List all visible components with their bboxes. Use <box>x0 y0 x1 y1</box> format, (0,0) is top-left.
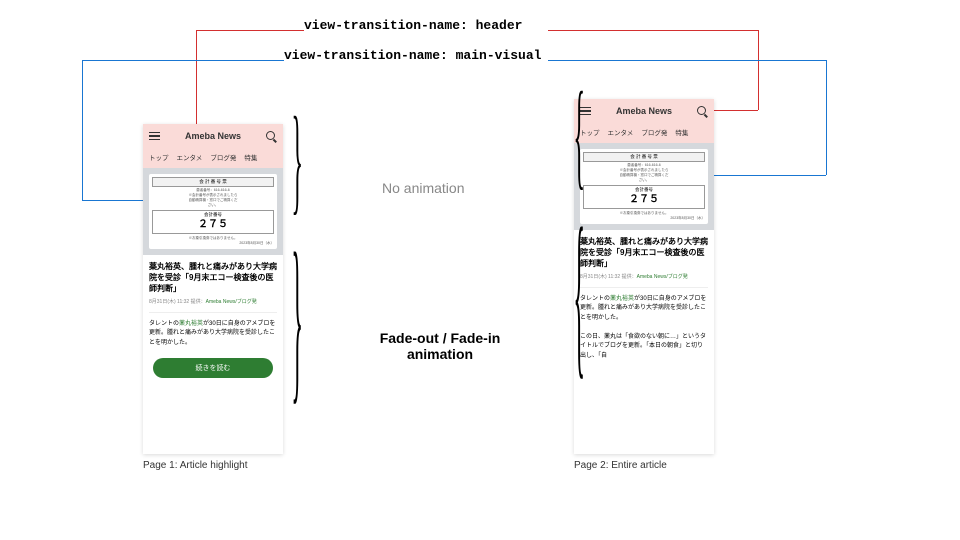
brace-icon: } <box>291 92 303 229</box>
logo: Ameba News <box>616 106 672 116</box>
tab[interactable]: ブログ発 <box>210 152 236 162</box>
main-visual: 会 計 番 号 票 患者番号：616-616-6 ※会計番号が表示されましたら … <box>143 168 283 255</box>
phone-page2: Ameba News トップ エンタメ ブログ発 特集 会 計 番 号 票 患者… <box>574 99 714 454</box>
inline-link[interactable]: 薬丸裕英 <box>610 296 634 302</box>
tab[interactable]: ブログ発 <box>641 127 667 137</box>
connector-red <box>714 110 758 111</box>
article-meta: 8月31日(木) 11:32 提供：Ameba News/ブログ発 <box>574 273 714 284</box>
article-meta: 8月31日(木) 11:32 提供：Ameba News/ブログ発 <box>143 298 283 309</box>
menu-icon[interactable] <box>149 132 160 141</box>
brace-icon: } <box>573 67 585 204</box>
brace-icon: } <box>291 216 303 425</box>
caption-page1: Page 1: Article highlight <box>143 460 248 471</box>
article-title: 薬丸裕英、腫れと痛みがあり大学病院を受診「9月末エコー検査後の医師判断」 <box>143 255 283 298</box>
ticket-image: 会 計 番 号 票 患者番号：616-616-6 ※会計番号が表示されましたら … <box>149 174 277 249</box>
main-visual: 会 計 番 号 票 患者番号：616-616-6 ※会計番号が表示されましたら … <box>574 143 714 230</box>
tab-bar: トップ エンタメ ブログ発 特集 <box>143 148 283 168</box>
connector-red <box>196 30 197 135</box>
caption-page2: Page 2: Entire article <box>574 460 667 471</box>
search-icon[interactable] <box>697 106 708 117</box>
connector-blue <box>82 60 83 200</box>
label-header: view-transition-name: header <box>304 18 522 33</box>
connector-red <box>758 30 759 110</box>
divider <box>580 287 708 288</box>
annotation-fade: Fade-out / Fade-in animation <box>360 330 520 362</box>
phone-page1: Ameba News トップ エンタメ ブログ発 特集 会 計 番 号 票 患者… <box>143 124 283 454</box>
label-main-visual: view-transition-name: main-visual <box>284 48 541 63</box>
connector-red <box>548 30 758 31</box>
inline-link[interactable]: 薬丸裕英 <box>179 321 203 327</box>
article-body: タレントの薬丸裕英が30日に自身のアメブロを更新。腫れと痛みがあり大学病院を受診… <box>143 316 283 353</box>
search-icon[interactable] <box>266 131 277 142</box>
annotation-no-anim: No animation <box>382 180 465 196</box>
connector-blue <box>82 200 143 201</box>
app-header: Ameba News <box>143 124 283 148</box>
tab-bar: トップ エンタメ ブログ発 特集 <box>574 123 714 143</box>
ticket-image: 会 計 番 号 票 患者番号：616-616-6 ※会計番号が表示されましたら … <box>580 149 708 224</box>
tab[interactable]: トップ <box>149 152 169 162</box>
tab[interactable]: エンタメ <box>177 152 203 162</box>
article-body: タレントの薬丸裕英が30日に自身のアメブロを更新。腫れと痛みがあり大学病院を受診… <box>574 291 714 366</box>
divider <box>149 312 277 313</box>
tab[interactable]: エンタメ <box>608 127 634 137</box>
connector-blue <box>826 60 827 175</box>
connector-blue <box>714 175 826 176</box>
connector-blue <box>548 60 826 61</box>
connector-blue <box>82 60 284 61</box>
app-header: Ameba News <box>574 99 714 123</box>
tab[interactable]: 特集 <box>675 127 688 137</box>
article-title: 薬丸裕英、腫れと痛みがあり大学病院を受診「9月末エコー検査後の医師判断」 <box>574 230 714 273</box>
connector-red <box>196 30 304 31</box>
read-more-button[interactable]: 続きを読む <box>153 358 273 378</box>
tab[interactable]: 特集 <box>244 152 257 162</box>
logo: Ameba News <box>185 131 241 141</box>
brace-icon: } <box>573 191 585 400</box>
